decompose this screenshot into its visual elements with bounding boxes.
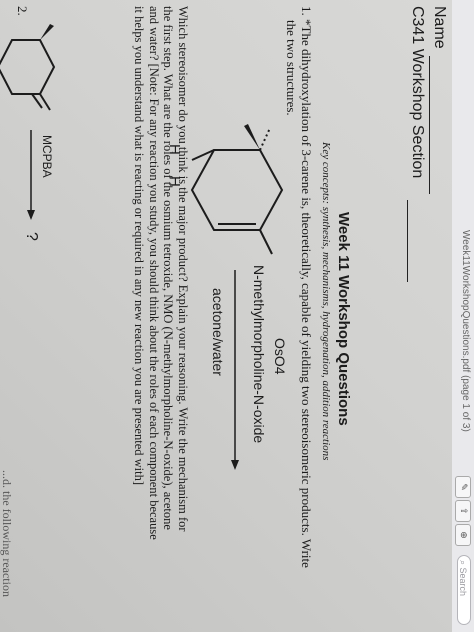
section-blank-line <box>407 200 408 282</box>
section-label: C341 Workshop Section <box>409 6 426 179</box>
search-icon: ⌕ <box>458 560 468 568</box>
hashed-bond <box>259 127 271 151</box>
question-2-structure <box>0 24 56 111</box>
methyl-bond <box>259 229 273 255</box>
question-1-line-1: *The dihydroxylation of 3-carene is, the… <box>299 19 314 568</box>
cut-off-text: ...d. the following reaction <box>0 470 14 597</box>
reagent-mcpba: MCPBA <box>40 135 54 178</box>
preview-toolbar: Week11WorkshopQuestions.pdf (page 1 of 3… <box>451 0 474 632</box>
question-2-product: ? <box>23 232 40 241</box>
reagent-solvent: acetone/water <box>210 288 226 376</box>
key-concepts: Key concepts: synthesis, mechanisms, hyd… <box>320 142 332 461</box>
name-label: Name <box>431 6 448 49</box>
screen: Week11WorkshopQuestions.pdf (page 1 of 3… <box>0 0 474 632</box>
markup-icon[interactable]: ⊕ <box>455 524 471 546</box>
explanation-line-4: it helps you understand what is reacting… <box>132 6 147 486</box>
pen-icon[interactable]: ✎ <box>455 476 471 498</box>
explanation-line-3: and water? [Note: For any reaction you s… <box>147 6 161 540</box>
reagent-nmo: N-methylmorpholine-N-oxide <box>251 265 267 444</box>
question-1-explanation: Which stereoisomer do you think is the m… <box>132 6 191 606</box>
window-title: Week11WorkshopQuestions.pdf (page 1 of 3… <box>460 230 471 432</box>
question-2-number: 2. <box>15 6 30 16</box>
reaction-arrow <box>231 270 239 470</box>
worksheet-page: Name C341 Workshop Section Week 11 Works… <box>0 0 452 632</box>
ring-bonds <box>190 149 284 231</box>
name-blank-line <box>429 56 430 194</box>
rotated-photo: Week11WorkshopQuestions.pdf (page 1 of 3… <box>0 0 474 632</box>
explanation-line-1: Which stereoisomer do you think is the m… <box>176 6 190 532</box>
ring2-bonds <box>0 39 56 95</box>
reagent-oso4: OsO4 <box>272 338 288 375</box>
question-2-arrow <box>27 130 35 220</box>
question-1-line-2: the two structures. <box>284 20 299 116</box>
wedge-bond <box>244 124 260 150</box>
search-input[interactable]: ⌕ Search <box>457 555 471 625</box>
explanation-line-2: the first step. What are the roles of th… <box>161 6 176 530</box>
question-1-number: 1. <box>299 6 314 16</box>
share-icon[interactable]: ⇪ <box>455 500 471 522</box>
search-placeholder: Search <box>458 567 468 597</box>
question-1: 1. *The dihydroxylation of 3-carene is, … <box>284 6 314 616</box>
ring2-wedge <box>40 24 54 40</box>
page-title: Week 11 Workshop Questions <box>335 212 352 426</box>
